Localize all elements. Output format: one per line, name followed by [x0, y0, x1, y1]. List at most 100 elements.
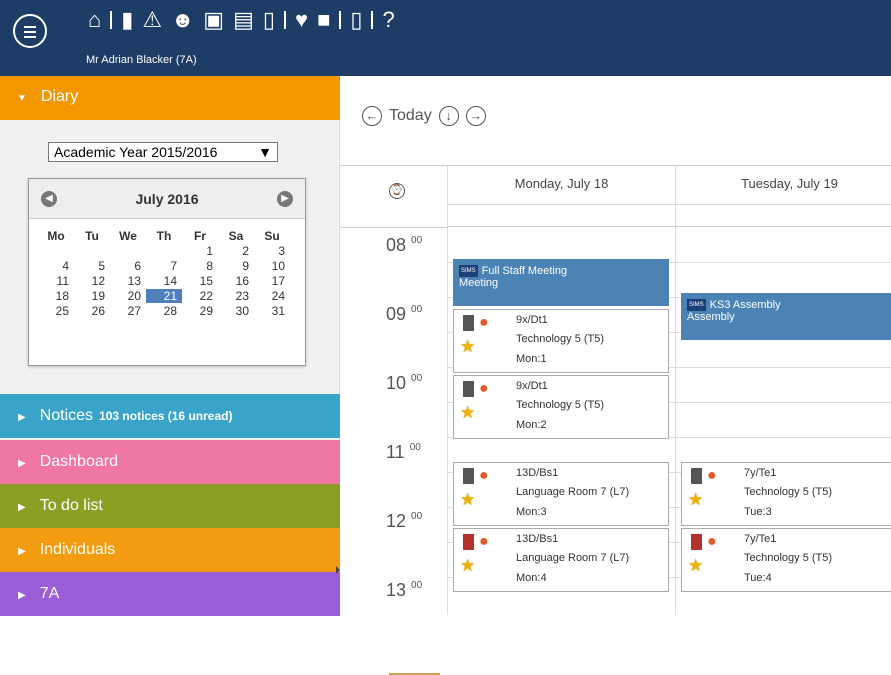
calendar-day[interactable]: 14: [146, 274, 182, 288]
hour-value: 13: [386, 580, 407, 600]
calendar-header: ◀ July 2016 ▶: [29, 179, 305, 219]
calendar-day[interactable]: 28: [146, 304, 182, 318]
calendar-day[interactable]: 4: [38, 259, 74, 273]
weekday-label: We: [119, 229, 137, 243]
dashboard-section[interactable]: ▶ Dashboard: [0, 440, 340, 484]
calendar-day[interactable]: 31: [254, 304, 290, 318]
chevron-right-icon: ▶: [18, 412, 26, 423]
assembly-event[interactable]: SIMS KS3 Assembly Assembly: [681, 293, 891, 340]
hour-label: 09 00: [386, 304, 422, 325]
phone-icon[interactable]: ▯: [263, 6, 275, 34]
notices-section[interactable]: ▶ Notices 103 notices (16 unread): [0, 394, 340, 438]
printer-icon[interactable]: ▤: [233, 6, 254, 34]
calendar-day[interactable]: 29: [182, 304, 218, 318]
calendar-day[interactable]: 25: [38, 304, 74, 318]
hour-minute: 00: [411, 580, 423, 591]
door-icon[interactable]: ▯: [350, 6, 362, 34]
calendar-day[interactable]: 2: [218, 244, 254, 258]
date-toolbar: ← Today ↓ →: [362, 106, 486, 126]
calendar-day[interactable]: 10: [254, 259, 290, 273]
calendar-day[interactable]: 27: [110, 304, 146, 318]
calendar-day[interactable]: 3: [254, 244, 290, 258]
calendar-day[interactable]: 21: [146, 289, 182, 303]
weekday-label: Mo: [47, 229, 65, 243]
main-menu-button[interactable]: [13, 14, 47, 48]
calendar-day[interactable]: 5: [74, 259, 110, 273]
event-subtitle: Assembly: [687, 311, 735, 324]
notices-count: 103 notices (16 unread): [99, 409, 233, 423]
people-icon[interactable]: ☻: [171, 6, 194, 34]
lesson-group: 9x/Dt1: [516, 314, 548, 326]
todo-label: To do list: [39, 497, 103, 514]
hour-minute: 00: [411, 373, 423, 384]
down-arrow-icon[interactable]: ↓: [438, 106, 459, 126]
calendar-day[interactable]: 13: [110, 274, 146, 288]
calendar-day[interactable]: 7: [146, 259, 182, 273]
individuals-section[interactable]: ▶ Individuals: [0, 528, 340, 572]
lesson-group: 9x/Dt1: [516, 380, 548, 392]
chevron-down-icon: ▼: [17, 93, 27, 104]
calendar-day[interactable]: 20: [110, 289, 146, 303]
toolbar-icons: ⌂ ▮ ⚠ ☻ ▣ ▤ ▯ ♥ ■ ▯ ?: [88, 6, 395, 34]
sidebar: ▼ Diary Academic Year 2015/2016 ▼ ◀ July 2…: [0, 76, 340, 616]
class-section[interactable]: ▶ 7A: [0, 572, 340, 616]
monday-all-day-row: [448, 205, 675, 227]
calendar-day[interactable]: 23: [218, 289, 254, 303]
calendar-day[interactable]: 26: [74, 304, 110, 318]
home-icon[interactable]: ⌂: [88, 6, 101, 34]
calendar-day[interactable]: 1: [182, 244, 218, 258]
sidebar-collapse-handle[interactable]: [336, 566, 340, 574]
calendar-day[interactable]: 8: [182, 259, 218, 273]
lesson-event[interactable]: ● ★ 9x/Dt1 Technology 5 (T5) Mon:2: [453, 375, 669, 439]
diary-main: ← Today ↓ → ⌚ Monday, July 18 Tuesday, J…: [340, 76, 891, 675]
lesson-event[interactable]: ● ★ 7y/Te1 Technology 5 (T5) Tue:4: [681, 528, 891, 592]
today-button[interactable]: Today: [389, 107, 432, 125]
lesson-group: 7y/Te1: [744, 467, 777, 479]
calendar-day[interactable]: 18: [38, 289, 74, 303]
event-title: KS3 Assembly: [709, 299, 781, 311]
lesson-event[interactable]: ● ★ 9x/Dt1 Technology 5 (T5) Mon:1: [453, 309, 669, 373]
square-icon[interactable]: ■: [317, 6, 330, 34]
previous-arrow-icon[interactable]: ←: [362, 106, 382, 126]
calendar-day[interactable]: 19: [74, 289, 110, 303]
calendar-day[interactable]: 16: [218, 274, 254, 288]
calendar-day[interactable]: 24: [254, 289, 290, 303]
teacher-icon: ●: [707, 467, 717, 484]
warning-icon[interactable]: ⚠: [142, 6, 162, 34]
calendar-day[interactable]: 6: [110, 259, 146, 273]
chevron-right-icon: ▶: [18, 590, 26, 601]
academic-year-select[interactable]: Academic Year 2015/2016 ▼: [48, 142, 278, 162]
star-icon: ★: [460, 556, 476, 575]
heart-icon[interactable]: ♥: [295, 6, 308, 34]
lesson-room: Technology 5 (T5): [744, 486, 833, 498]
book-icon[interactable]: ▮: [121, 6, 133, 34]
staff-meeting-event[interactable]: SIMS Full Staff Meeting Meeting: [453, 259, 669, 306]
calendar-day[interactable]: 15: [182, 274, 218, 288]
lesson-group: 13D/Bs1: [516, 533, 559, 545]
calendar-day[interactable]: 17: [254, 274, 290, 288]
star-icon: ★: [460, 490, 476, 509]
calendar-day[interactable]: 11: [38, 274, 74, 288]
dashboard-label: Dashboard: [39, 453, 118, 470]
calendar-icon[interactable]: ▣: [203, 6, 224, 34]
lesson-event[interactable]: ● ★ 7y/Te1 Technology 5 (T5) Tue:3: [681, 462, 891, 526]
register-icon: [463, 534, 474, 550]
diary-section-header[interactable]: ▼ Diary: [0, 76, 340, 120]
hour-minute: 00: [411, 304, 423, 315]
teacher-icon: ●: [479, 314, 489, 331]
help-icon[interactable]: ?: [382, 6, 394, 34]
lesson-event[interactable]: ● ★ 13D/Bs1 Language Room 7 (L7) Mon:4: [453, 528, 669, 592]
next-arrow-icon[interactable]: →: [465, 106, 486, 126]
calendar-empty-cell: [74, 244, 110, 258]
calendar-day[interactable]: 12: [74, 274, 110, 288]
calendar-day[interactable]: 9: [218, 259, 254, 273]
next-month-button[interactable]: ▶: [277, 190, 293, 207]
todo-section[interactable]: ▶ To do list: [0, 484, 340, 528]
calendar-grid: Mo Tu We Th Fr Sa Su 1 2 3 4 5 6 7 8 9 10 11 12 13 14 15 16 17 1…: [38, 229, 290, 318]
calendar-day[interactable]: 22: [182, 289, 218, 303]
previous-month-button[interactable]: ◀: [41, 190, 57, 207]
teacher-icon: ●: [479, 533, 489, 550]
lesson-event[interactable]: ● ★ 13D/Bs1 Language Room 7 (L7) Mon:3: [453, 462, 669, 526]
tuesday-all-day-row: [676, 205, 891, 227]
calendar-day[interactable]: 30: [218, 304, 254, 318]
